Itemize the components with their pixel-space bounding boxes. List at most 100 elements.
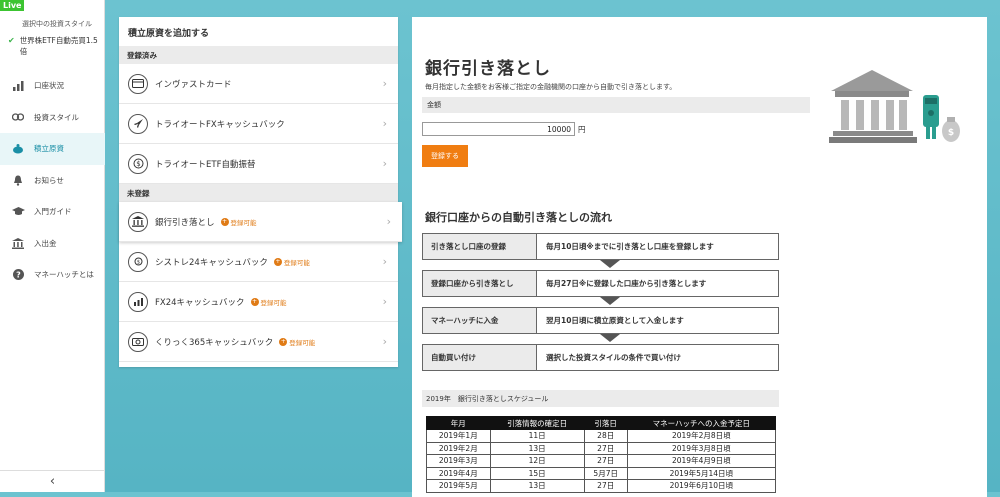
list-item-label: くりっく365キャッシュバック bbox=[155, 337, 274, 348]
flow-step: 引き落とし口座の登録 毎月10日頃※までに引き落とし口座を登録します bbox=[422, 233, 779, 260]
svg-text:$: $ bbox=[136, 260, 139, 266]
flow-steps: 引き落とし口座の登録 毎月10日頃※までに引き落とし口座を登録します 登録口座か… bbox=[422, 233, 779, 371]
funding-source-list-panel: 積立原資を追加する 登録済み インヴァストカード › トライオートFXキャッシュ… bbox=[119, 17, 402, 367]
rocket-icon bbox=[128, 113, 148, 134]
sidebar-item-investment-style[interactable]: 投資スタイル bbox=[0, 102, 105, 134]
table-cell: 27日 bbox=[583, 479, 628, 493]
flow-step-name: 登録口座から引き落とし bbox=[423, 271, 537, 296]
table-cell: 27日 bbox=[583, 441, 628, 455]
table-row: 2019年3月 12日 27日 2019年4月9日頃 bbox=[426, 454, 777, 468]
page-title: 銀行引き落とし bbox=[425, 59, 551, 79]
svg-text:?: ? bbox=[16, 271, 21, 280]
flow-title: 銀行口座からの自動引き落としの流れ bbox=[425, 211, 612, 224]
sidebar-item-label: 投資スタイル bbox=[34, 112, 79, 122]
table-cell: 15日 bbox=[489, 466, 585, 480]
register-button[interactable]: 登録する bbox=[422, 145, 468, 167]
sidebar-item-label: 入門ガイド bbox=[34, 207, 72, 217]
chevron-right-icon: › bbox=[382, 295, 387, 308]
flow-step-desc: 翌月10日頃に積立原資として入金します bbox=[546, 316, 684, 325]
flow-step-desc: 毎月10日頃※までに引き落とし口座を登録します bbox=[546, 242, 714, 251]
chevron-right-icon: › bbox=[382, 77, 387, 90]
selected-investment-style[interactable]: ✔ 世界株ETF自動売買1.5倍 bbox=[8, 35, 103, 57]
bank-illustration-icon: $ bbox=[829, 70, 960, 143]
table-cell: 2019年4月 bbox=[426, 466, 491, 480]
table-cell: 13日 bbox=[489, 441, 585, 455]
table-cell: 2019年6月10日頃 bbox=[626, 479, 777, 493]
amount-input[interactable] bbox=[422, 122, 575, 136]
chevron-left-icon: ‹ bbox=[49, 474, 56, 489]
amount-label: 金額 bbox=[422, 97, 810, 113]
list-item-bank-debit[interactable]: 銀行引き落とし + 登録可能 › bbox=[119, 202, 402, 242]
sidebar-item-funding-source[interactable]: 積立原資 bbox=[0, 133, 105, 165]
schedule-label: 2019年 銀行引き落としスケジュール bbox=[422, 390, 779, 407]
coin-icon: $ bbox=[128, 153, 148, 174]
list-item-fx24[interactable]: FX24キャッシュバック + 登録可能 › bbox=[119, 282, 398, 322]
column-header: 引落日 bbox=[583, 416, 628, 430]
list-item-systre24[interactable]: $ シストレ24キャッシュバック + 登録可能 › bbox=[119, 242, 398, 282]
plus-circle-icon: + bbox=[220, 217, 229, 226]
flow-step-name: 自動買い付け bbox=[423, 345, 537, 370]
schedule-table: 年月 引落情報の確定日 引落日 マネーハッチへの入金予定日 2019年1月 11… bbox=[426, 416, 777, 493]
table-cell: 27日 bbox=[583, 454, 628, 468]
card-icon bbox=[128, 73, 148, 94]
sidebar-item-label: 口座状況 bbox=[34, 81, 64, 91]
table-cell: 2019年4月9日頃 bbox=[626, 454, 777, 468]
list-item-label: インヴァストカード bbox=[155, 79, 232, 90]
sidebar-item-notices[interactable]: お知らせ bbox=[0, 165, 105, 197]
chevron-right-icon: › bbox=[382, 335, 387, 348]
table-cell: 2019年2月 bbox=[426, 441, 491, 455]
table-cell: 2019年3月 bbox=[426, 454, 491, 468]
list-item-label: 銀行引き落とし bbox=[155, 217, 215, 228]
chart-up-icon bbox=[128, 291, 148, 312]
sidebar-item-about[interactable]: ? マネーハッチとは bbox=[0, 259, 105, 291]
chevron-right-icon: › bbox=[382, 255, 387, 268]
graduation-cap-icon bbox=[11, 206, 25, 218]
sidebar-collapse-button[interactable]: ‹ bbox=[0, 470, 105, 492]
flow-step-name: マネーハッチに入金 bbox=[423, 308, 537, 333]
sidebar-item-label: お知らせ bbox=[34, 175, 64, 185]
flow-step-desc: 選択した投資スタイルの条件で買い付け bbox=[546, 353, 681, 362]
list-item-invast-card[interactable]: インヴァストカード › bbox=[119, 64, 398, 104]
list-item-label: トライオートETF自動振替 bbox=[155, 159, 256, 170]
chevron-right-icon: › bbox=[382, 157, 387, 170]
table-cell: 2019年5月 bbox=[426, 479, 491, 493]
unregistered-section-header: 未登録 bbox=[119, 184, 398, 202]
flow-step: 自動買い付け 選択した投資スタイルの条件で買い付け bbox=[422, 344, 779, 371]
table-cell: 2019年5月14日頃 bbox=[626, 466, 777, 480]
bank-icon bbox=[128, 211, 148, 232]
flow-step: 登録口座から引き落とし 毎月27日※に登録した口座から引き落とします bbox=[422, 270, 779, 297]
sidebar-item-deposit-withdraw[interactable]: 入出金 bbox=[0, 228, 105, 260]
down-arrow-icon bbox=[422, 334, 779, 344]
page-description: 毎月指定した金額をお客様ご指定の金融機関の口座から自動で引き落とします。 bbox=[425, 83, 677, 91]
check-icon: ✔ bbox=[8, 36, 15, 45]
list-item-click365[interactable]: くりっく365キャッシュバック + 登録可能 › bbox=[119, 322, 398, 362]
registrable-badge: + 登録可能 bbox=[279, 337, 316, 347]
list-item-triauto-fx[interactable]: トライオートFXキャッシュバック › bbox=[119, 104, 398, 144]
sidebar-item-label: 積立原資 bbox=[34, 144, 64, 154]
table-cell: 13日 bbox=[489, 479, 585, 493]
amount-unit: 円 bbox=[578, 125, 586, 134]
registrable-badge: + 登録可能 bbox=[220, 217, 257, 227]
money-icon bbox=[128, 331, 148, 352]
table-row: 2019年1月 11日 28日 2019年2月8日頃 bbox=[426, 429, 777, 443]
registrable-badge: + 登録可能 bbox=[250, 297, 287, 307]
list-item-label: シストレ24キャッシュバック bbox=[155, 257, 268, 268]
list-item-label: FX24キャッシュバック bbox=[155, 297, 245, 308]
registrable-badge: + 登録可能 bbox=[273, 257, 310, 267]
sidebar-item-account-status[interactable]: 口座状況 bbox=[0, 70, 105, 102]
live-badge: Live bbox=[0, 0, 25, 11]
investment-style-label: 選択中の投資スタイル bbox=[22, 20, 92, 28]
column-header: 年月 bbox=[426, 416, 491, 430]
list-item-label: トライオートFXキャッシュバック bbox=[155, 119, 285, 130]
bank-debit-detail-panel: 銀行引き落とし 毎月指定した金額をお客様ご指定の金融機関の口座から自動で引き落と… bbox=[412, 17, 987, 497]
table-cell: 12日 bbox=[489, 454, 585, 468]
sidebar: Live 選択中の投資スタイル ✔ 世界株ETF自動売買1.5倍 口座状況 投資… bbox=[0, 0, 105, 492]
bank-icon bbox=[11, 237, 25, 249]
registered-section-header: 登録済み bbox=[119, 46, 398, 64]
sidebar-item-label: 入出金 bbox=[34, 238, 57, 248]
sidebar-item-guide[interactable]: 入門ガイド bbox=[0, 196, 105, 228]
list-item-triauto-etf[interactable]: $ トライオートETF自動振替 › bbox=[119, 144, 398, 184]
chevron-right-icon: › bbox=[382, 117, 387, 130]
flow-step-desc: 毎月27日※に登録した口座から引き落とします bbox=[546, 279, 707, 288]
style-icon bbox=[11, 111, 25, 123]
